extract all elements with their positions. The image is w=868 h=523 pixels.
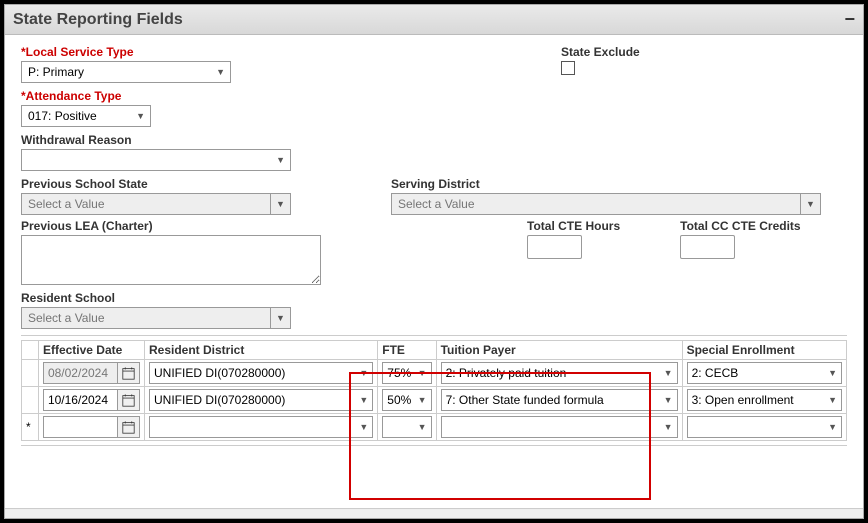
attendance-type-label: Attendance Type — [21, 89, 847, 103]
state-exclude-checkbox[interactable] — [561, 61, 575, 75]
grid-star-col — [22, 341, 39, 360]
fte-select[interactable] — [382, 416, 431, 438]
col-effective-date: Effective Date — [38, 341, 144, 360]
special-enrollment-select[interactable] — [687, 416, 842, 438]
row-marker — [22, 360, 39, 387]
row-marker: * — [22, 414, 39, 441]
local-service-type-select[interactable]: P: Primary — [21, 61, 231, 83]
special-enrollment-select[interactable]: 3: Open enrollment — [687, 389, 842, 411]
fte-select[interactable]: 50% — [382, 389, 431, 411]
tuition-payer-select[interactable]: 7: Other State funded formula — [441, 389, 678, 411]
calendar-icon[interactable] — [118, 362, 140, 384]
fte-select[interactable]: 75% — [382, 362, 431, 384]
resident-district-select[interactable] — [149, 416, 373, 438]
local-service-type-label: Local Service Type — [21, 45, 261, 59]
withdrawal-reason-label: Withdrawal Reason — [21, 133, 847, 147]
effective-date-input[interactable] — [43, 416, 118, 438]
calendar-icon[interactable] — [118, 389, 140, 411]
serving-district-input[interactable] — [392, 194, 800, 214]
resident-district-select[interactable]: UNIFIED DI(070280000) — [149, 389, 373, 411]
resident-school-label: Resident School — [21, 291, 847, 305]
previous-lea-label: Previous LEA (Charter) — [21, 219, 321, 233]
collapse-icon[interactable]: − — [844, 9, 855, 30]
tuition-payer-select[interactable] — [441, 416, 678, 438]
total-cc-cte-credits-input[interactable] — [680, 235, 735, 259]
effective-date-input[interactable] — [43, 389, 118, 411]
withdrawal-reason-select[interactable] — [21, 149, 291, 171]
previous-school-state-label: Previous School State — [21, 177, 291, 191]
panel-header: State Reporting Fields − — [5, 5, 863, 35]
resident-school-combo[interactable]: ▼ — [21, 307, 291, 329]
serving-district-combo[interactable]: ▼ — [391, 193, 821, 215]
resident-district-select[interactable]: UNIFIED DI(070280000) — [149, 362, 373, 384]
table-row: * — [22, 414, 847, 441]
calendar-icon[interactable] — [118, 416, 140, 438]
table-row: UNIFIED DI(070280000) 75% 2: Privately pai… — [22, 360, 847, 387]
previous-school-state-input[interactable] — [22, 194, 270, 214]
resident-school-input[interactable] — [22, 308, 270, 328]
panel-body: Local Service Type P: Primary State Excl… — [5, 35, 863, 450]
enrollment-grid: Effective Date Resident District FTE Tui… — [21, 335, 847, 446]
state-reporting-panel: State Reporting Fields − Local Service T… — [4, 4, 864, 519]
table-row: UNIFIED DI(070280000) 50% 7: Other State f… — [22, 387, 847, 414]
col-special-enrollment: Special Enrollment — [682, 341, 846, 360]
row-marker — [22, 387, 39, 414]
serving-district-label: Serving District — [391, 177, 847, 191]
previous-school-state-combo[interactable]: ▼ — [21, 193, 291, 215]
state-exclude-label: State Exclude — [561, 45, 640, 59]
horizontal-scrollbar[interactable] — [5, 508, 863, 518]
total-cc-cte-credits-label: Total CC CTE Credits — [680, 219, 800, 233]
attendance-type-select[interactable]: 017: Positive — [21, 105, 151, 127]
chevron-down-icon[interactable]: ▼ — [270, 194, 290, 214]
panel-title: State Reporting Fields — [13, 11, 183, 29]
chevron-down-icon[interactable]: ▼ — [270, 308, 290, 328]
col-tuition-payer: Tuition Payer — [436, 341, 682, 360]
chevron-down-icon[interactable]: ▼ — [800, 194, 820, 214]
effective-date-input[interactable] — [43, 362, 118, 384]
total-cte-hours-label: Total CTE Hours — [527, 219, 620, 233]
total-cte-hours-input[interactable] — [527, 235, 582, 259]
col-resident-district: Resident District — [144, 341, 377, 360]
special-enrollment-select[interactable]: 2: CECB — [687, 362, 842, 384]
previous-lea-textarea[interactable] — [21, 235, 321, 285]
tuition-payer-select[interactable]: 2: Privately paid tuition — [441, 362, 678, 384]
col-fte: FTE — [378, 341, 436, 360]
